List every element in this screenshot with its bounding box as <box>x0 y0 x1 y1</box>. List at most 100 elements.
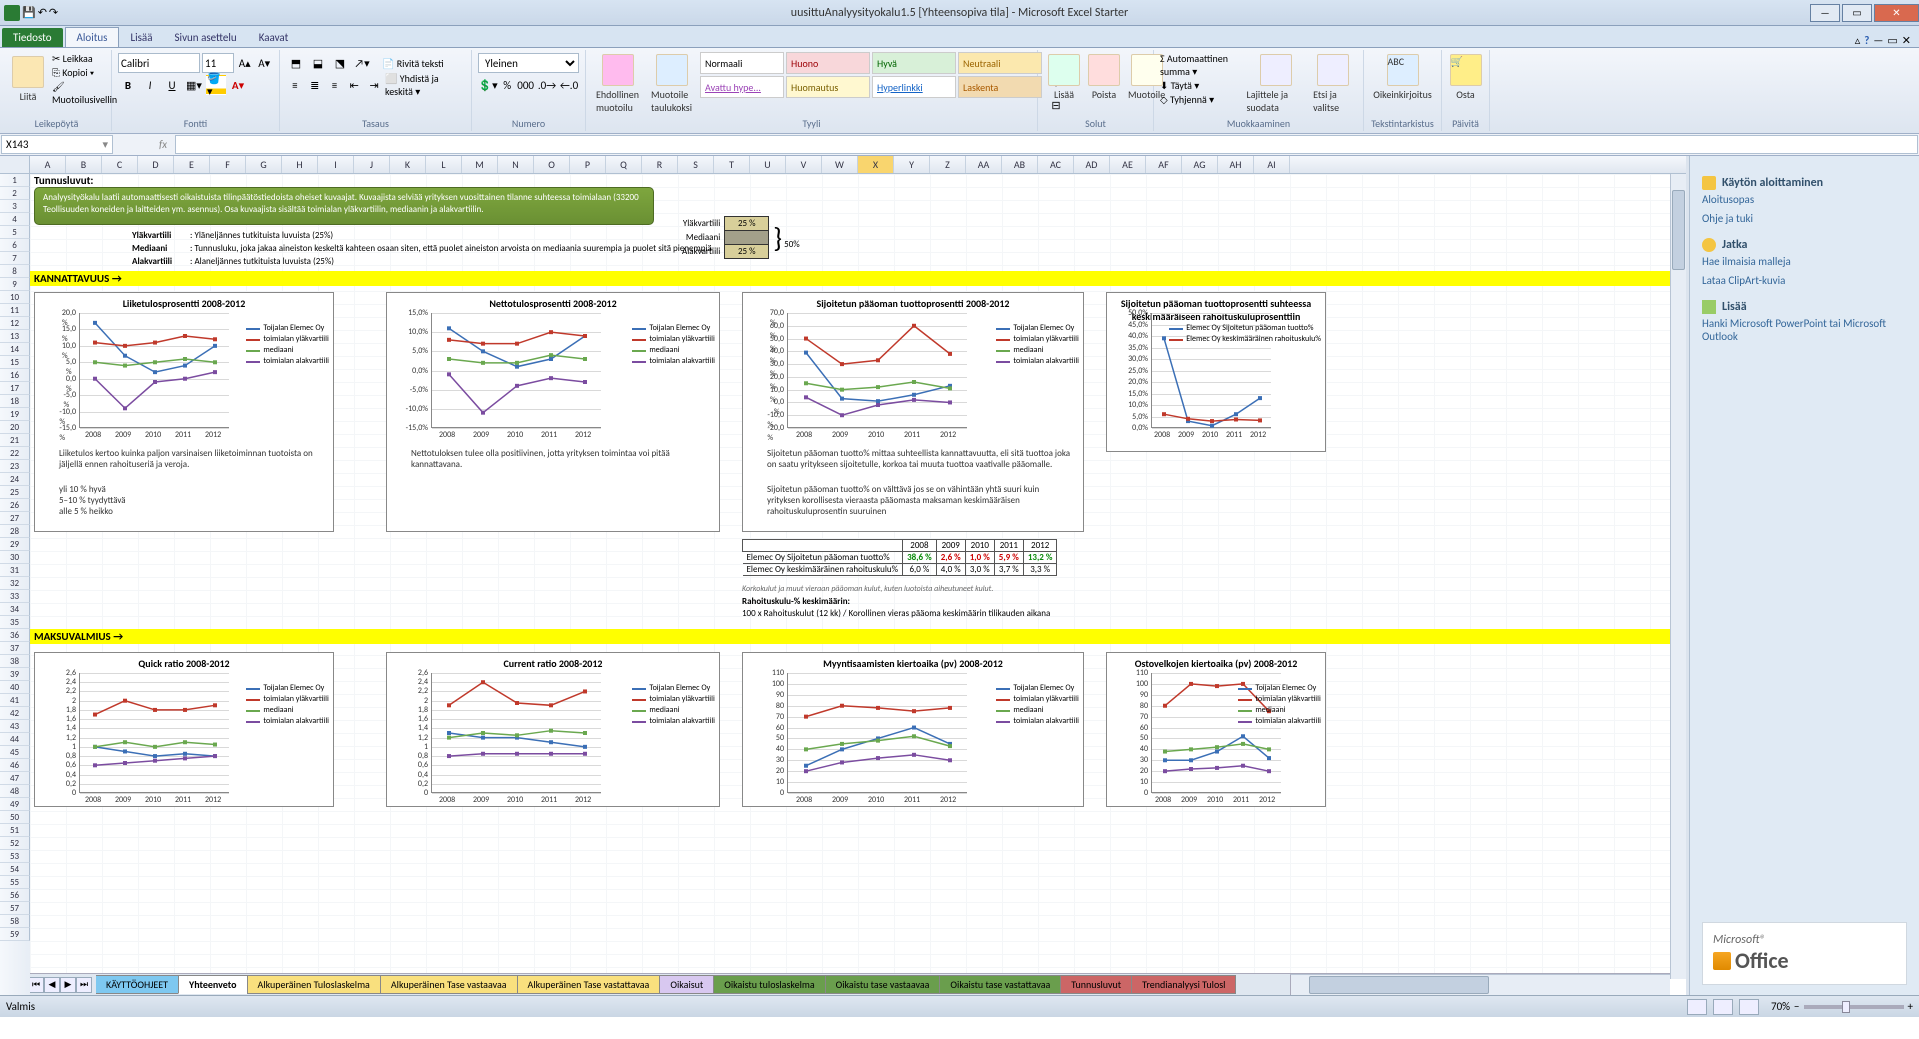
row-header-59[interactable]: 59 <box>0 928 30 941</box>
row-header-8[interactable]: 8 <box>0 265 30 278</box>
fill-color-button[interactable]: 🪣▾ <box>206 75 226 95</box>
paste-button[interactable]: Liitä <box>8 52 48 106</box>
zoom-out-icon[interactable]: − <box>1794 1000 1799 1013</box>
col-header-X[interactable]: X <box>858 156 894 173</box>
col-header-C[interactable]: C <box>102 156 138 173</box>
row-header-53[interactable]: 53 <box>0 850 30 863</box>
chart-ch7[interactable]: Myyntisaamisten kiertoaika (pv) 2008-201… <box>742 652 1084 807</box>
help-icon[interactable]: ? <box>1864 34 1869 47</box>
row-header-32[interactable]: 32 <box>0 577 30 590</box>
autosum-button[interactable]: Σ Automaattinen summa ▾ <box>1160 52 1242 78</box>
increase-decimal-icon[interactable]: .0→ <box>537 75 557 95</box>
col-header-AB[interactable]: AB <box>1002 156 1038 173</box>
cell-style-Neutraali[interactable]: Neutraali <box>958 52 1042 74</box>
row-header-41[interactable]: 41 <box>0 694 30 707</box>
row-header-19[interactable]: 19 <box>0 408 30 421</box>
window-restore-icon[interactable]: ▭ <box>1887 34 1897 47</box>
row-header-37[interactable]: 37 <box>0 642 30 655</box>
row-header-17[interactable]: 17 <box>0 382 30 395</box>
link-ohje-tuki[interactable]: Ohje ja tuki <box>1702 212 1907 225</box>
italic-button[interactable]: I <box>140 75 160 95</box>
row-header-18[interactable]: 18 <box>0 395 30 408</box>
increase-indent-icon[interactable]: ⇥ <box>365 75 383 95</box>
col-header-J[interactable]: J <box>354 156 390 173</box>
vertical-scrollbar[interactable] <box>1670 174 1686 979</box>
row-header-34[interactable]: 34 <box>0 603 30 616</box>
row-header-58[interactable]: 58 <box>0 915 30 928</box>
sort-filter-button[interactable]: Lajittele ja suodata <box>1242 52 1309 116</box>
tab-kaavat[interactable]: Kaavat <box>248 28 300 47</box>
align-bottom-icon[interactable]: ⬔ <box>330 53 350 73</box>
chart-ch8[interactable]: Ostovelkojen kiertoaika (pv) 2008-201201… <box>1106 652 1326 807</box>
minimize-ribbon-icon[interactable]: ▵ <box>1855 34 1861 47</box>
align-right-icon[interactable]: ≡ <box>326 75 344 95</box>
row-header-16[interactable]: 16 <box>0 369 30 382</box>
col-header-S[interactable]: S <box>678 156 714 173</box>
row-header-23[interactable]: 23 <box>0 460 30 473</box>
shrink-font-icon[interactable]: A▾ <box>256 53 274 73</box>
row-header-40[interactable]: 40 <box>0 681 30 694</box>
row-header-46[interactable]: 46 <box>0 759 30 772</box>
row-header-22[interactable]: 22 <box>0 447 30 460</box>
col-header-AF[interactable]: AF <box>1146 156 1182 173</box>
row-header-52[interactable]: 52 <box>0 837 30 850</box>
row-header-43[interactable]: 43 <box>0 720 30 733</box>
row-header-1[interactable]: 1 <box>0 174 30 187</box>
col-header-E[interactable]: E <box>174 156 210 173</box>
col-header-V[interactable]: V <box>786 156 822 173</box>
save-icon[interactable]: 💾 <box>22 6 36 19</box>
row-header-12[interactable]: 12 <box>0 317 30 330</box>
col-header-Z[interactable]: Z <box>930 156 966 173</box>
tab-file[interactable]: Tiedosto <box>2 28 63 47</box>
col-header-AD[interactable]: AD <box>1074 156 1110 173</box>
chart-ch3[interactable]: Sijoitetun pääoman tuottoprosentti 2008-… <box>742 292 1084 532</box>
col-header-F[interactable]: F <box>210 156 246 173</box>
row-header-54[interactable]: 54 <box>0 863 30 876</box>
office-ad[interactable]: Microsoft® Office <box>1702 922 1907 985</box>
tab-lisaa[interactable]: Lisää <box>119 28 163 47</box>
row-header-31[interactable]: 31 <box>0 564 30 577</box>
chart-ch6[interactable]: Current ratio 2008-201200,20,40,60,811,2… <box>386 652 720 807</box>
row-header-36[interactable]: 36 <box>0 629 30 642</box>
row-header-44[interactable]: 44 <box>0 733 30 746</box>
clear-button[interactable]: ◇ Tyhjennä ▾ <box>1160 93 1242 106</box>
col-header-AC[interactable]: AC <box>1038 156 1074 173</box>
border-button[interactable]: ▦▾ <box>184 75 204 95</box>
window-minimize-icon[interactable]: — <box>1873 34 1883 47</box>
select-all-corner[interactable] <box>0 156 30 173</box>
row-header-20[interactable]: 20 <box>0 421 30 434</box>
underline-button[interactable]: U <box>162 75 182 95</box>
col-header-O[interactable]: O <box>534 156 570 173</box>
col-header-I[interactable]: I <box>318 156 354 173</box>
align-middle-icon[interactable]: ⬓ <box>308 53 328 73</box>
row-header-6[interactable]: 6 <box>0 239 30 252</box>
row-header-45[interactable]: 45 <box>0 746 30 759</box>
cell-style-Hyperlinkki[interactable]: Hyperlinkki <box>872 76 956 98</box>
cell-style-Avattu hype...[interactable]: Avattu hype... <box>700 76 784 98</box>
cell-style-Huomautus[interactable]: Huomautus <box>786 76 870 98</box>
zoom-slider[interactable] <box>1804 1005 1904 1009</box>
row-header-30[interactable]: 30 <box>0 551 30 564</box>
format-painter-button[interactable]: 🖌 Muotoilusivellin <box>52 80 117 106</box>
cut-button[interactable]: ✂ Leikkaa <box>52 52 117 65</box>
orientation-icon[interactable]: ↗▾ <box>352 53 372 73</box>
row-header-27[interactable]: 27 <box>0 512 30 525</box>
undo-icon[interactable]: ↶ <box>38 6 47 19</box>
col-header-Q[interactable]: Q <box>606 156 642 173</box>
row-header-56[interactable]: 56 <box>0 889 30 902</box>
row-header-42[interactable]: 42 <box>0 707 30 720</box>
tab-aloitus[interactable]: Aloitus <box>65 27 120 47</box>
col-header-B[interactable]: B <box>66 156 102 173</box>
fill-button[interactable]: ⬇ Täytä ▾ <box>1160 79 1242 92</box>
find-select-button[interactable]: Etsi ja valitse <box>1309 52 1357 116</box>
row-header-47[interactable]: 47 <box>0 772 30 785</box>
row-header-51[interactable]: 51 <box>0 824 30 837</box>
row-header-39[interactable]: 39 <box>0 668 30 681</box>
decrease-decimal-icon[interactable]: ←.0 <box>559 75 579 95</box>
align-center-icon[interactable]: ≣ <box>306 75 324 95</box>
column-headers[interactable]: ABCDEFGHIJKLMNOPQRSTUVWXYZAAABACADAEAFAG… <box>0 156 1686 174</box>
col-header-G[interactable]: G <box>246 156 282 173</box>
chart-ch1[interactable]: Liiketulosprosentti 2008-2012-15,0 %-10,… <box>34 292 334 532</box>
percent-icon[interactable]: % <box>500 75 514 95</box>
grow-font-icon[interactable]: A▴ <box>236 53 254 73</box>
